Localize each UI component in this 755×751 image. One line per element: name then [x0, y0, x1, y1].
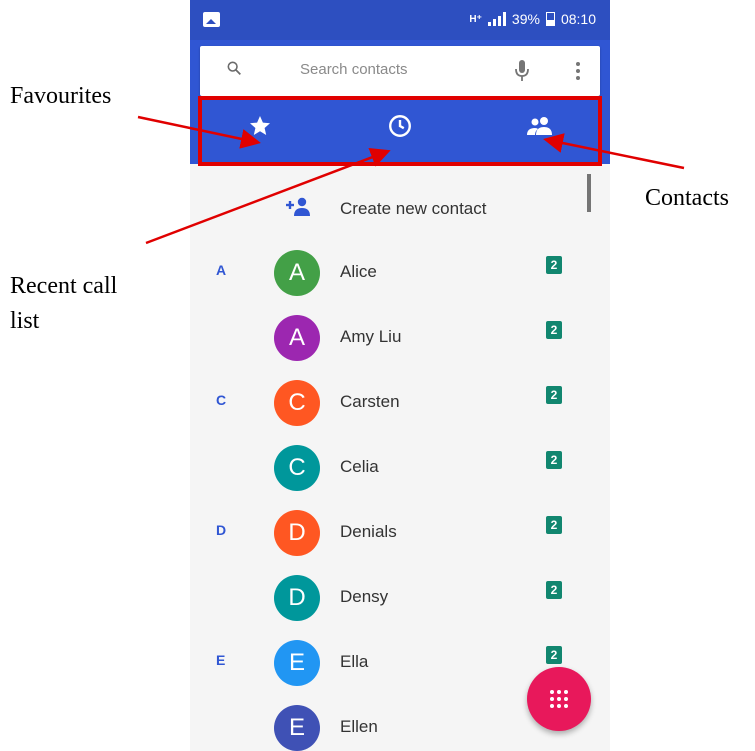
- favourites-arrow: [137, 115, 261, 149]
- recent-annotation-line2: list: [10, 308, 40, 334]
- annotation-arrows: [137, 115, 685, 245]
- recent-annotation-line1: Recent call: [10, 273, 118, 299]
- contacts-annotation: Contacts: [645, 185, 729, 211]
- recents-arrow: [145, 147, 391, 245]
- contacts-arrow: [543, 133, 685, 170]
- favourites-annotation: Favourites: [10, 83, 112, 109]
